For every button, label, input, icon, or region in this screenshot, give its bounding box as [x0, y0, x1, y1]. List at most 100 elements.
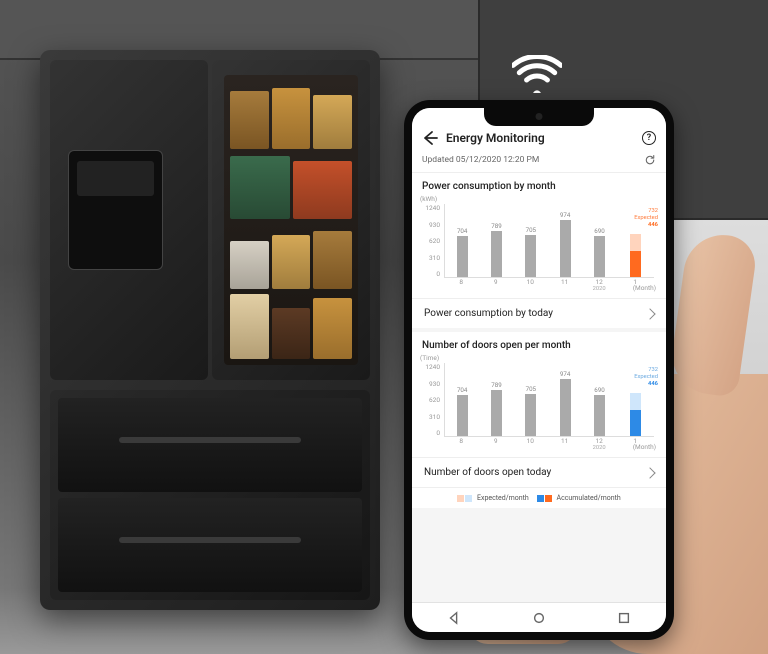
- doors-open-chart: (Time) 1240 930 620 310 0 704 789: [420, 355, 658, 451]
- section-title: Number of doors open per month: [412, 332, 666, 355]
- power-consumption-chart: (kWh) 1240 930 620 310 0 704 789: [420, 196, 658, 292]
- x-tick: 122020: [584, 437, 614, 451]
- fridge-shelf: [230, 221, 352, 289]
- chevron-right-icon: [644, 467, 655, 478]
- y-tick: 1240: [420, 204, 440, 212]
- x-tick: 9: [480, 278, 510, 292]
- android-nav-bar: [412, 602, 666, 632]
- x-tick: 122020: [584, 278, 614, 292]
- chart-legend: Expected/month Accumulated/month: [412, 487, 666, 508]
- bar-month-9: 789: [481, 204, 511, 277]
- section-doors-month: Number of doors open per month (Time) 12…: [412, 332, 666, 487]
- section-title: Power consumption by month: [412, 173, 666, 196]
- bar: [525, 394, 536, 436]
- bar-value-label: 705: [526, 226, 536, 234]
- cooking-pot: [678, 400, 758, 460]
- x-tick: 10: [515, 278, 545, 292]
- bar-value-label: 974: [560, 370, 570, 378]
- x-unit-label: (Month): [633, 284, 656, 292]
- y-tick: 0: [420, 429, 440, 437]
- phone-screen: Energy Monitoring ? Updated 05/12/2020 1…: [412, 108, 666, 632]
- help-icon[interactable]: ?: [642, 131, 656, 145]
- x-tick: 10: [515, 437, 545, 451]
- back-arrow-icon[interactable]: [422, 130, 438, 146]
- fridge-shelf: [230, 81, 352, 149]
- x-tick: 9: [480, 437, 510, 451]
- bar: [594, 395, 605, 436]
- display-notch: [484, 108, 594, 126]
- bar-month-12: 690: [584, 204, 614, 277]
- x-axis: 8 9 10 11 122020 1: [444, 278, 654, 292]
- current-bar-labels: 732 Expected 446: [617, 367, 658, 388]
- link-label: Number of doors open today: [424, 467, 551, 478]
- y-axis: 1240 930 620 310 0: [420, 204, 440, 278]
- legend-item-accumulated: Accumulated/month: [537, 494, 621, 502]
- freezer-drawer: [58, 398, 362, 492]
- fridge-right-door: [212, 60, 370, 380]
- bar-month-10: 705: [516, 204, 546, 277]
- refresh-icon[interactable]: [644, 154, 656, 166]
- bar-value-label: 690: [594, 386, 604, 394]
- bar-month-8: 704: [447, 363, 477, 436]
- android-back-icon[interactable]: [447, 611, 461, 625]
- current-bar-labels: 732 Expected 446: [617, 208, 658, 229]
- chart-plot-area: 704 789 705 974: [444, 363, 654, 437]
- doors-today-link[interactable]: Number of doors open today: [412, 457, 666, 487]
- fridge-lower-drawers: [50, 390, 370, 600]
- y-tick: 1240: [420, 363, 440, 371]
- bar: [491, 390, 502, 436]
- updated-timestamp: Updated 05/12/2020 12:20 PM: [422, 155, 539, 165]
- smart-refrigerator: [40, 50, 380, 610]
- y-tick: 310: [420, 254, 440, 262]
- x-tick: 11: [549, 437, 579, 451]
- section-power-month: Power consumption by month (kWh) 1240 93…: [412, 173, 666, 328]
- bar: [457, 395, 468, 436]
- bar-month-current: 732 Expected 446: [619, 204, 652, 277]
- fridge-shelf: [230, 151, 352, 219]
- y-tick: 0: [420, 270, 440, 278]
- power-today-link[interactable]: Power consumption by today: [412, 298, 666, 328]
- bar-month-8: 704: [447, 204, 477, 277]
- y-tick: 620: [420, 396, 440, 404]
- y-unit-label: (Time): [420, 354, 439, 362]
- link-label: Power consumption by today: [424, 308, 553, 319]
- y-unit-label: (kWh): [420, 195, 437, 203]
- bar-value-label: 690: [594, 227, 604, 235]
- water-ice-dispenser: [68, 150, 163, 270]
- page-title: Energy Monitoring: [446, 131, 634, 145]
- bar-month-12: 690: [584, 363, 614, 436]
- y-tick: 310: [420, 413, 440, 421]
- bar-month-11: 974: [550, 363, 580, 436]
- instaview-window: [224, 75, 358, 365]
- y-tick: 620: [420, 237, 440, 245]
- bar-expected: [630, 234, 641, 251]
- x-tick: 11: [549, 278, 579, 292]
- bar-value-label: 974: [560, 211, 570, 219]
- fridge-upper-doors: [50, 60, 370, 380]
- legend-swatch-accumulated: [537, 495, 552, 502]
- bar-month-10: 705: [516, 363, 546, 436]
- x-tick: 8: [446, 278, 476, 292]
- bar-value-label: 705: [526, 385, 536, 393]
- x-tick: 8: [446, 437, 476, 451]
- bar-value-label: 704: [457, 386, 467, 394]
- bar-month-9: 789: [481, 363, 511, 436]
- updated-row: Updated 05/12/2020 12:20 PM: [412, 150, 666, 173]
- bar-value-label: 789: [491, 381, 501, 389]
- bar-expected: [630, 393, 641, 410]
- y-tick: 930: [420, 221, 440, 229]
- bar: [525, 235, 536, 277]
- android-home-icon[interactable]: [532, 611, 546, 625]
- freezer-drawer: [58, 498, 362, 592]
- x-axis: 8 9 10 11 122020 1: [444, 437, 654, 451]
- y-axis: 1240 930 620 310 0: [420, 363, 440, 437]
- bar-accumulated: [630, 251, 641, 277]
- android-recent-icon[interactable]: [617, 611, 631, 625]
- smartphone: Energy Monitoring ? Updated 05/12/2020 1…: [404, 100, 674, 640]
- bar-month-11: 974: [550, 204, 580, 277]
- bar: [457, 236, 468, 277]
- bar-value-label: 789: [491, 222, 501, 230]
- bar-accumulated: [630, 410, 641, 436]
- wifi-icon: [512, 55, 562, 95]
- bar: [560, 379, 571, 436]
